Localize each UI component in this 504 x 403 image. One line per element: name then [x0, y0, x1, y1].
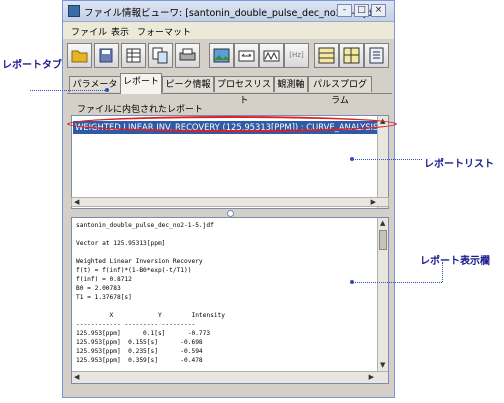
report-line: f(t) = f(inf)*(1-B0*exp(-t/T1)) [76, 267, 192, 274]
scroll-right-icon[interactable]: ▶ [371, 198, 376, 206]
layout-grid-icon [343, 47, 360, 64]
folder-icon [71, 50, 88, 63]
app-icon [68, 5, 80, 17]
scroll-right-icon[interactable]: ▶ [369, 373, 374, 381]
callout-report-display: レポート表示欄 [420, 256, 490, 267]
peak-button[interactable] [259, 43, 284, 68]
report-line: 125.953[ppm] 0.235[s] -0.594 [76, 348, 203, 355]
copy-icon [152, 47, 168, 64]
highlight-ellipse [67, 116, 397, 132]
menu-file[interactable]: ファイル [71, 25, 107, 38]
open-folder-button[interactable] [67, 43, 92, 68]
document-icon [369, 47, 384, 64]
tab-pulse-program[interactable]: パルスプログラム [308, 76, 372, 106]
menu-format[interactable]: フォーマット [137, 25, 191, 38]
callout-dot [105, 88, 109, 92]
callout-line [352, 159, 422, 160]
print-button[interactable] [175, 43, 200, 68]
minimize-button[interactable]: - [337, 4, 352, 17]
report-line: 125.953[ppm] 0.155[s] -0.698 [76, 339, 203, 346]
copy-button[interactable] [148, 43, 173, 68]
printer-icon [179, 48, 196, 61]
layout3-button[interactable] [364, 43, 389, 68]
menu-view[interactable]: 表示 [111, 25, 129, 38]
report-line: 125.953[ppm] 0.1[s] -0.773 [76, 330, 211, 337]
callout-report-tab: レポートタブ [2, 60, 62, 71]
callout-dot [350, 280, 354, 284]
scroll-up-icon[interactable]: ▲ [380, 219, 385, 227]
layout-icon [318, 47, 335, 64]
report-line: santonin_double_pulse_dec_no2-1-5.jdf [76, 222, 214, 229]
hz-button[interactable]: [Hz] [284, 43, 309, 68]
close-button[interactable]: × [371, 4, 386, 17]
grid-icon [126, 48, 141, 63]
range-button[interactable] [234, 43, 259, 68]
report-line: f(inf) = 0.8712 [76, 276, 132, 283]
report-line: Weighted Linear Inversion Recovery [76, 258, 203, 265]
peak-icon [263, 50, 280, 62]
scroll-down-icon[interactable]: ▼ [380, 361, 385, 369]
report-display-hscrollbar[interactable]: ◀ ▶ [72, 371, 388, 383]
tab-process-list[interactable]: プロセスリスト [214, 76, 274, 106]
splitter[interactable] [71, 209, 389, 217]
report-list-hscrollbar[interactable]: ◀ ▶ [71, 197, 389, 207]
report-display[interactable]: santonin_double_pulse_dec_no2-1-5.jdf Ve… [71, 217, 389, 384]
report-line: Vector at 125.95313[ppm] [76, 240, 166, 247]
report-line: ------------ --------- --------- [76, 321, 196, 328]
file-info-viewer-window: ファイル情報ビューワ: [santonin_double_pulse_dec_n… [62, 0, 395, 398]
table-button[interactable] [121, 43, 146, 68]
tab-observation-axis[interactable]: 観測軸 [274, 76, 308, 92]
scroll-thumb[interactable] [379, 230, 387, 250]
callout-line [30, 90, 107, 91]
range-icon [238, 50, 255, 62]
scroll-left-icon[interactable]: ◀ [74, 373, 79, 381]
title-bar[interactable]: ファイル情報ビューワ: [santonin_double_pulse_dec_n… [63, 1, 394, 22]
image-button[interactable] [209, 43, 234, 68]
report-line: B0 = 2.00783 [76, 285, 121, 292]
callout-report-list: レポートリスト [424, 159, 494, 170]
report-list-scrollbar[interactable]: ▲ ▼ [377, 116, 388, 208]
toolbar: [Hz] [67, 43, 392, 69]
layout1-button[interactable] [314, 43, 339, 68]
window-title: ファイル情報ビューワ: [santonin_double_pulse_dec_n… [84, 8, 380, 19]
save-button[interactable] [94, 43, 119, 68]
report-line: T1 = 1.37678[s] [76, 294, 132, 301]
layout2-button[interactable] [339, 43, 364, 68]
report-list-label: ファイルに内包されたレポート [77, 105, 204, 115]
scroll-left-icon[interactable]: ◀ [74, 198, 79, 206]
callout-dot [350, 157, 354, 161]
tab-bar: パラメータ レポート ピーク情報 プロセスリスト 観測軸 パルスプログラム [67, 73, 392, 106]
callout-line [352, 282, 442, 283]
report-display-scrollbar[interactable]: ▲ ▼ [377, 218, 388, 371]
save-icon [99, 48, 113, 63]
menu-bar: ファイル 表示 フォーマット [63, 22, 394, 39]
maximize-button[interactable]: □ [354, 4, 369, 17]
report-line: X Y Intensity [76, 312, 226, 319]
image-icon [213, 48, 230, 63]
callout-line [442, 262, 443, 282]
splitter-handle-icon[interactable] [227, 210, 234, 217]
tab-report[interactable]: レポート [120, 73, 162, 94]
tab-peak-info[interactable]: ピーク情報 [162, 76, 214, 92]
report-line: 125.953[ppm] 0.359[s] -0.478 [76, 357, 203, 364]
